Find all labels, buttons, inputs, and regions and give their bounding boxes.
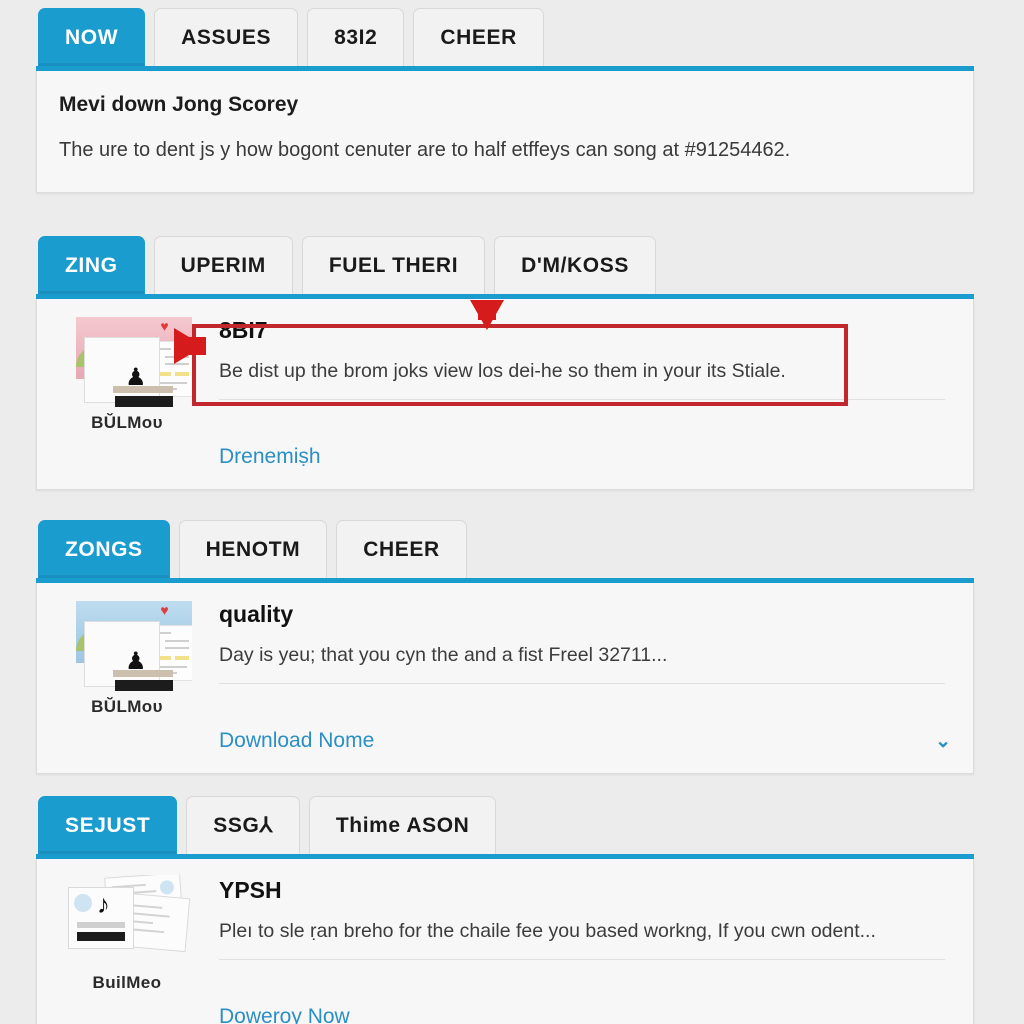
tab-label: UPERIM: [180, 253, 266, 277]
notice-block: NOW ASSUES 83I2 CHEER Mevi down Jong Sco…: [36, 0, 974, 193]
tabstrip-zongs: ZONGS HENOTM CHEER: [36, 512, 974, 578]
action-row: Doweroy Now: [37, 993, 973, 1024]
doc-banner-bar: [115, 680, 173, 691]
tab-label: SEJUST: [65, 813, 151, 837]
item-content: YPSH Pleı to sle ṛan breho for the chail…: [203, 869, 959, 993]
doc-page-front: ♟: [84, 621, 173, 691]
app-page: NOW ASSUES 83I2 CHEER Mevi down Jong Sco…: [0, 0, 1024, 1024]
tab-label: D'M/KOSS: [521, 253, 629, 277]
tab-label: NOW: [65, 25, 119, 49]
item-content: quality Day is yeu; that you cyn the and…: [203, 593, 959, 717]
item-description: Day is yeu; that you cyn the and a fist …: [219, 644, 668, 666]
tab-zing[interactable]: ZING: [38, 236, 145, 294]
sejust-panel: ♪ BuilMeo YPSH Pleı to sle ṛan breho for…: [36, 859, 974, 1024]
chevron-down-icon[interactable]: ⌄: [935, 730, 957, 753]
tab-thime-ason[interactable]: Thime ASON: [308, 796, 497, 854]
notice-body-area: Mevi down Jong Scorey The ure to dent js…: [37, 71, 973, 192]
doc-subtitle-blur: [113, 670, 173, 677]
tab-label: 83I2: [334, 25, 378, 49]
tab-label: CHEER: [440, 25, 517, 49]
item-content: 8BI7 Be dist up the brom joks view los d…: [203, 309, 959, 433]
tab-label: ASSUES: [181, 25, 272, 49]
tab-label: SSG⅄: [213, 814, 273, 837]
tab-sejust[interactable]: SEJUST: [38, 796, 178, 854]
tab-fuel-theri[interactable]: FUEL THERI: [301, 236, 486, 294]
document-thumbnail: ♥ ♟: [62, 599, 192, 691]
divider: [219, 399, 945, 400]
heart-icon: ♥: [160, 602, 169, 618]
list-item[interactable]: ♥: [37, 583, 973, 717]
red-arrow-down-icon: [470, 300, 504, 330]
doc-banner-bar: [115, 396, 173, 407]
doc-card-1: ♪: [68, 887, 134, 949]
document-thumbnail: ♥ ♟: [62, 315, 192, 407]
red-arrow-right-icon: [174, 328, 206, 364]
zongs-panel: ♥ ♟ BŬLMoυ quality Day is yeu; that you …: [36, 583, 974, 774]
tab-zongs[interactable]: ZONGS: [38, 520, 170, 578]
music-note-icon: ♪: [97, 889, 110, 919]
tab-label: ZING: [65, 253, 118, 277]
tabstrip-notice: NOW ASSUES 83I2 CHEER: [36, 0, 974, 66]
tab-uperim[interactable]: UPERIM: [153, 236, 293, 294]
tab-cheer[interactable]: CHEER: [413, 8, 544, 66]
zongs-block: ZONGS HENOTM CHEER ♥ ♟ BŬLMoυ quality Da…: [36, 512, 974, 774]
tab-assues[interactable]: ASSUES: [154, 8, 299, 66]
item-title: YPSH: [219, 877, 282, 903]
action-row: Drenemiṣh: [37, 433, 973, 489]
tab-label: Thime ASON: [335, 813, 470, 837]
notice-panel: Mevi down Jong Scorey The ure to dent js…: [36, 71, 974, 193]
tab-dm-koss[interactable]: D'M/KOSS: [494, 236, 656, 294]
divider: [219, 959, 945, 960]
list-item[interactable]: ♪ BuilMeo YPSH Pleı to sle ṛan breho for…: [37, 859, 973, 993]
thumbnail-cell: ♥ ♟ BŬLMoυ: [51, 593, 203, 717]
notice-title: Mevi down Jong Scorey: [59, 93, 299, 116]
doc-subtitle-blur: [113, 386, 173, 393]
action-link-download-nome[interactable]: Download Nome: [219, 729, 374, 753]
item-description: Be dist up the brom joks view los dei-he…: [219, 360, 786, 382]
tab-label: HENOTM: [205, 537, 301, 561]
divider: [219, 683, 945, 684]
document-stack-thumbnail: ♪: [62, 875, 192, 967]
tabstrip-zing: ZING UPERIM FUEL THERI D'M/KOSS: [36, 228, 974, 294]
tab-label: ZONGS: [65, 537, 143, 561]
doc-page-front: ♟: [84, 337, 173, 407]
tab-label: CHEER: [363, 537, 440, 561]
tab-ssg[interactable]: SSG⅄: [186, 796, 300, 854]
thumbnail-caption: BŬLMoυ: [91, 413, 163, 432]
sejust-block: SEJUST SSG⅄ Thime ASON ♪ BuilMeo YPSH Pl…: [36, 788, 974, 1024]
thumbnail-caption: BŬLMoυ: [91, 697, 163, 716]
zing-block: ZING UPERIM FUEL THERI D'M/KOSS ♥ ♟ BŬLM…: [36, 228, 974, 490]
tabstrip-sejust: SEJUST SSG⅄ Thime ASON: [36, 788, 974, 854]
tab-henotm[interactable]: HENOTM: [178, 520, 328, 578]
action-link-doweroy-now[interactable]: Doweroy Now: [219, 1005, 350, 1024]
item-title: 8BI7: [219, 317, 268, 343]
thumbnail-cell: ♪ BuilMeo: [51, 869, 203, 993]
tab-83i2[interactable]: 83I2: [307, 8, 405, 66]
tab-label: FUEL THERI: [328, 253, 459, 277]
list-item[interactable]: ♥: [37, 299, 973, 433]
action-row: Download Nome ⌄: [37, 717, 973, 773]
thumbnail-caption: BuilMeo: [92, 973, 162, 992]
heart-icon: ♥: [160, 318, 169, 334]
tab-cheer-2[interactable]: CHEER: [336, 520, 467, 578]
item-title: quality: [219, 601, 294, 627]
tab-now[interactable]: NOW: [38, 8, 146, 66]
item-description: Pleı to sle ṛan breho for the chaile fee…: [219, 920, 876, 942]
notice-text: The ure to dent js y how bogont cenuter …: [59, 139, 791, 161]
action-link-drenemish[interactable]: Drenemiṣh: [219, 445, 321, 469]
